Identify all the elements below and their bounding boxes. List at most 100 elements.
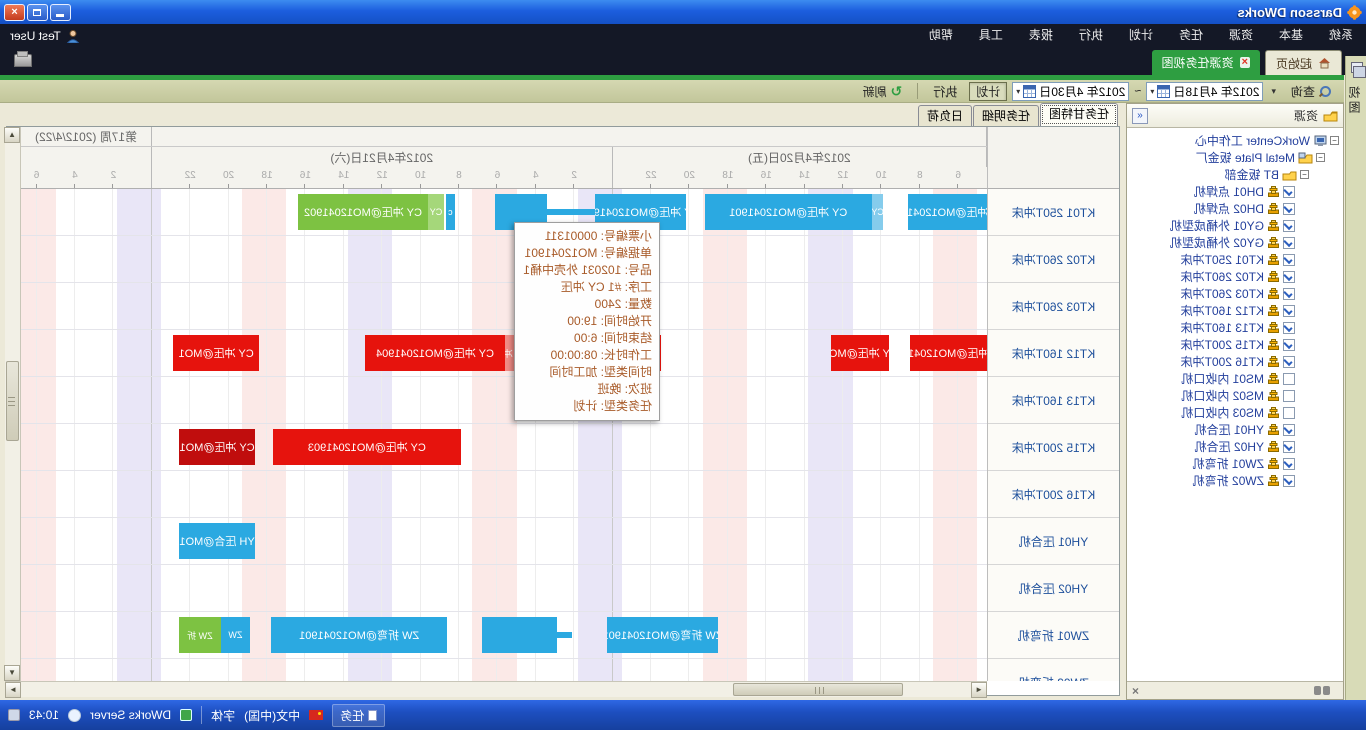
tree-checkbox[interactable] — [1283, 322, 1295, 334]
chevron-down-icon[interactable]: ▾ — [1150, 87, 1154, 96]
scroll-left-arrow[interactable]: ◄ — [971, 682, 987, 698]
tree-item-MS01[interactable]: MS01 内收口机 — [1127, 370, 1343, 387]
tab-close-icon[interactable]: × — [1240, 57, 1250, 68]
task-bar[interactable]: CY 冲压@MO1 — [179, 429, 256, 465]
tree-checkbox[interactable] — [1283, 356, 1295, 368]
tree-item-KT02[interactable]: KT02 260T冲床 — [1127, 268, 1343, 285]
task-bar[interactable]: CY 冲压@MO1 — [173, 335, 259, 371]
find-icon[interactable] — [1314, 686, 1330, 695]
tree-item-DH02[interactable]: DH02 点焊机 — [1127, 200, 1343, 217]
menu-item-任务[interactable]: 任务 — [1166, 24, 1216, 47]
collapse-panel-button[interactable]: « — [1132, 108, 1148, 124]
tree-checkbox[interactable] — [1283, 424, 1295, 436]
chevron-down-icon[interactable]: ▾ — [1016, 87, 1020, 96]
restore-button[interactable] — [27, 4, 48, 21]
tab-start-page[interactable]: 起始页 — [1265, 50, 1342, 75]
date-from-field[interactable]: 2012年 4月18日 ▾ — [1146, 82, 1263, 101]
tree-checkbox[interactable] — [1283, 254, 1295, 266]
tree-expander-icon[interactable]: − — [1330, 136, 1339, 145]
tree-expander-icon[interactable]: − — [1316, 153, 1325, 162]
tree-checkbox[interactable] — [1283, 203, 1295, 215]
tree-item-ZW02[interactable]: ZW02 折弯机 — [1127, 472, 1343, 489]
tree-item-YH01[interactable]: YH01 压合机 — [1127, 421, 1343, 438]
tree-item-WorkCenter[interactable]: −WorkCenter 工作中心 — [1127, 132, 1343, 149]
hscroll-thumb[interactable] — [733, 683, 903, 696]
vertical-scrollbar[interactable]: ▲▼ — [5, 127, 21, 681]
menu-item-报表[interactable]: 报表 — [1016, 24, 1066, 47]
tree-checkbox[interactable] — [1283, 220, 1295, 232]
gantt-tab-日负荷[interactable]: 日负荷 — [918, 105, 972, 126]
tree-item-MS02[interactable]: MS02 内收口机 — [1127, 387, 1343, 404]
query-dropdown-button[interactable]: ▾ — [1268, 82, 1279, 101]
tree-item-YH02[interactable]: YH02 压合机 — [1127, 438, 1343, 455]
tree-expander-icon[interactable]: − — [1300, 170, 1309, 179]
vscroll-thumb[interactable] — [6, 361, 19, 441]
refresh-button[interactable]: ↻ 刷新 — [856, 82, 910, 101]
task-bar[interactable]: CY 冲压@MO12041902 — [298, 194, 429, 230]
gantt-tab-任务甘特图[interactable]: 任务甘特图 — [1040, 103, 1118, 126]
tree-item-DH01[interactable]: DH01 点焊机 — [1127, 183, 1343, 200]
tree-item-KT01[interactable]: KT01 250T冲床 — [1127, 251, 1343, 268]
horizontal-scrollbar[interactable]: ◄► — [5, 681, 987, 697]
tree-item-Metal[interactable]: −Metal Plate 钣金厂 — [1127, 149, 1343, 166]
tree-item-MS03[interactable]: MS03 内收口机 — [1127, 404, 1343, 421]
date-to-field[interactable]: 2012年 4月30日 ▾ — [1012, 82, 1129, 101]
task-bar[interactable]: CY 冲压@MO12041901 — [908, 194, 987, 230]
tree-item-ZW01[interactable]: ZW01 折弯机 — [1127, 455, 1343, 472]
minimize-button[interactable] — [50, 4, 71, 21]
tree-checkbox[interactable] — [1283, 271, 1295, 283]
language-indicator[interactable]: 中文(中国) — [244, 707, 300, 724]
scroll-down-arrow[interactable]: ▼ — [4, 665, 20, 681]
gantt-tab-任务明细[interactable]: 任务明细 — [973, 105, 1039, 126]
tab-resource-task-view[interactable]: × 资源任务视图 — [1152, 50, 1260, 75]
tray-icon[interactable] — [8, 709, 20, 721]
taskbar-window-button[interactable]: 任务 — [332, 704, 385, 727]
query-button[interactable]: 查询 — [1284, 82, 1339, 101]
fonts-menu[interactable]: 字体 — [211, 707, 235, 724]
menu-item-执行[interactable]: 执行 — [1066, 24, 1116, 47]
menu-item-帮助[interactable]: 帮助 — [916, 24, 966, 47]
tree-item-KT12[interactable]: KT12 160T冲床 — [1127, 302, 1343, 319]
task-bar[interactable]: ZW 折 — [179, 617, 221, 653]
task-bar[interactable]: CY 冲压@MO1 — [832, 335, 890, 371]
menu-item-基本[interactable]: 基本 — [1266, 24, 1316, 47]
task-bar[interactable] — [557, 632, 572, 638]
tree-checkbox[interactable] — [1283, 475, 1295, 487]
tree-item-GY01[interactable]: GY01 外桶成型机 — [1127, 217, 1343, 234]
close-icon[interactable]: × — [1132, 684, 1139, 698]
scroll-right-arrow[interactable]: ► — [5, 682, 21, 698]
tree-checkbox[interactable] — [1283, 305, 1295, 317]
menu-item-资源[interactable]: 资源 — [1216, 24, 1266, 47]
close-button[interactable]: × — [4, 4, 25, 21]
tree-checkbox[interactable] — [1283, 458, 1295, 470]
task-bar[interactable]: CY 冲压@MO12041904 — [910, 335, 987, 371]
task-bar[interactable]: CY — [872, 194, 884, 230]
task-bar[interactable]: ZW 折弯@MO12041901 — [607, 617, 718, 653]
menu-item-工具[interactable]: 工具 — [966, 24, 1016, 47]
scroll-up-arrow[interactable]: ▲ — [4, 127, 20, 143]
tree-checkbox[interactable] — [1283, 373, 1295, 385]
tree-item-KT03[interactable]: KT03 260T冲床 — [1127, 285, 1343, 302]
task-bar[interactable] — [547, 209, 595, 215]
tray-icon[interactable] — [68, 709, 81, 722]
tree-checkbox[interactable] — [1283, 441, 1295, 453]
server-tray-icon[interactable] — [180, 709, 192, 721]
task-bar[interactable]: c — [446, 194, 456, 230]
execute-button[interactable]: 执行 — [926, 82, 964, 101]
menu-item-系统[interactable]: 系统 — [1316, 24, 1366, 47]
task-bar[interactable]: ZW — [221, 617, 250, 653]
task-bar[interactable]: YH 压合@MO1 — [179, 523, 256, 559]
tree-checkbox[interactable] — [1283, 339, 1295, 351]
task-bar[interactable] — [482, 617, 557, 653]
plan-toggle-button[interactable]: 计划 — [969, 82, 1007, 101]
pin-icon[interactable] — [14, 54, 32, 67]
menu-item-计划[interactable]: 计划 — [1116, 24, 1166, 47]
tree-checkbox[interactable] — [1283, 407, 1295, 419]
tree-item-BT[interactable]: −BT 钣金部 — [1127, 166, 1343, 183]
tree-checkbox[interactable] — [1283, 237, 1295, 249]
tree-item-KT15[interactable]: KT15 200T冲床 — [1127, 336, 1343, 353]
tree-checkbox[interactable] — [1283, 390, 1295, 402]
tree-checkbox[interactable] — [1283, 186, 1295, 198]
tree-item-GY02[interactable]: GY02 外桶成型机 — [1127, 234, 1343, 251]
tree-item-KT13[interactable]: KT13 160T冲床 — [1127, 319, 1343, 336]
